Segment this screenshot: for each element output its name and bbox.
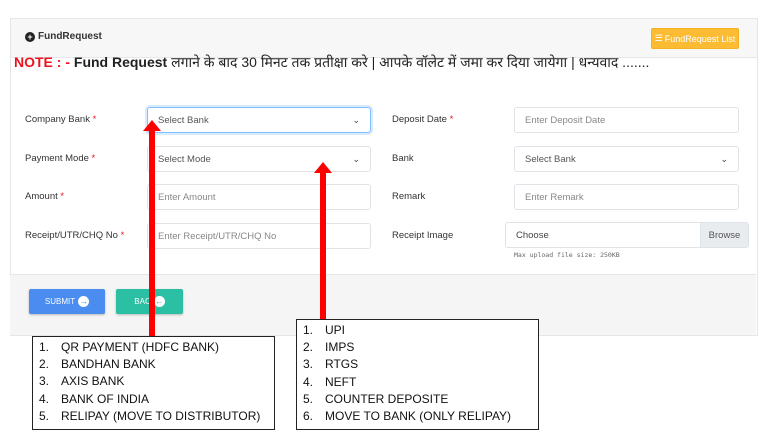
- list-item: 2. BANDHAN BANK: [39, 356, 268, 373]
- list-item-number: 4.: [303, 374, 314, 389]
- bank-value: Select Bank: [525, 153, 576, 165]
- receipt-no-input[interactable]: Enter Receipt/UTR/CHQ No: [147, 223, 371, 249]
- remark-input[interactable]: Enter Remark: [514, 184, 739, 210]
- chevron-down-icon: ⌄: [352, 114, 360, 125]
- list-item: 5. COUNTER DEPOSITE: [303, 391, 532, 408]
- fund-request-list-label: FundRequest List: [664, 33, 736, 44]
- list-item-number: 5.: [39, 408, 50, 423]
- receipt-no-placeholder: Enter Receipt/UTR/CHQ No: [158, 230, 277, 242]
- remark-label: Remark: [392, 191, 426, 202]
- list-item: 5. RELIPAY (MOVE TO DISTRIBUTOR): [39, 408, 268, 425]
- remark-placeholder: Enter Remark: [525, 191, 584, 203]
- list-item-text: BANK OF INDIA: [61, 391, 150, 406]
- page-title-text: FundRequest: [38, 31, 102, 42]
- deposit-date-input[interactable]: Enter Deposit Date: [514, 107, 739, 133]
- note-text: NOTE : - Fund Request लगाने के बाद 30 मि…: [14, 53, 649, 72]
- list-item-text: COUNTER DEPOSITE: [325, 391, 449, 406]
- amount-input[interactable]: Enter Amount: [147, 184, 371, 210]
- list-item-text: BANDHAN BANK: [61, 357, 156, 372]
- company-bank-label: Company Bank *: [25, 114, 97, 125]
- list-item: 3. RTGS: [303, 356, 532, 373]
- list-item-number: 5.: [303, 391, 314, 406]
- receipt-image-label: Receipt Image: [392, 230, 454, 241]
- payment-mode-select[interactable]: Select Mode ⌄: [147, 146, 371, 172]
- amount-label: Amount *: [25, 191, 65, 202]
- fund-request-list-button[interactable]: ☰ FundRequest List: [651, 28, 739, 49]
- list-item-text: QR PAYMENT (HDFC BANK): [61, 340, 220, 354]
- payment-mode-value: Select Mode: [158, 153, 211, 165]
- list-item: 1. UPI: [303, 322, 532, 339]
- list-item-text: IMPS: [325, 340, 355, 355]
- page-title: + FundRequest: [25, 31, 102, 42]
- list-item: 3. AXIS BANK: [39, 373, 268, 390]
- list-item-number: 4.: [39, 391, 50, 406]
- annotation-arrow-payment-mode: [314, 162, 332, 319]
- chevron-down-icon: ⌄: [720, 153, 728, 164]
- list-item-number: 2.: [303, 340, 314, 355]
- list-item: 4. NEFT: [303, 374, 532, 391]
- list-item-number: 2.: [39, 357, 50, 372]
- list-item-number: 3.: [303, 357, 314, 372]
- payment-mode-label: Payment Mode *: [25, 153, 96, 164]
- list-item: 6. MOVE TO BANK (ONLY RELIPAY): [303, 408, 532, 425]
- receipt-image-file-input[interactable]: Choose Browse: [505, 222, 749, 248]
- list-item-text: NEFT: [325, 374, 357, 389]
- list-item-text: RELIPAY (MOVE TO DISTRIBUTOR): [61, 408, 261, 423]
- company-bank-select[interactable]: Select Bank ⌄: [147, 107, 371, 133]
- list-item-number: 1.: [39, 340, 50, 354]
- list-item: 4. BANK OF INDIA: [39, 391, 268, 408]
- company-bank-value: Select Bank: [158, 114, 209, 126]
- list-item: 1. QR PAYMENT (HDFC BANK): [39, 339, 268, 356]
- chevron-down-icon: ⌄: [352, 153, 360, 164]
- list-item-number: 1.: [303, 323, 314, 337]
- plus-circle-icon: +: [25, 31, 35, 42]
- note-prefix: NOTE : -: [14, 54, 70, 70]
- bank-select[interactable]: Select Bank ⌄: [514, 146, 739, 172]
- annotation-arrow-company-bank: [143, 120, 161, 336]
- file-choose-text: Choose: [516, 229, 549, 241]
- amount-placeholder: Enter Amount: [158, 191, 216, 203]
- list-item-number: 6.: [303, 409, 314, 424]
- receipt-no-label: Receipt/UTR/CHQ No *: [25, 230, 125, 241]
- bank-label: Bank: [392, 153, 414, 164]
- note-bold: Fund Request: [73, 54, 168, 70]
- payment-mode-options-list: 1. UPI 2. IMPS 3. RTGS 4. NEFT 5. COUNTER DEPOSIT…: [296, 319, 539, 430]
- company-bank-options-list: 1. QR PAYMENT (HDFC BANK) 2. BANDHAN BANK 3.…: [32, 336, 275, 430]
- list-item-number: 3.: [39, 374, 50, 389]
- upload-hint: Max upload file size: 250KB: [514, 251, 620, 259]
- deposit-date-placeholder: Enter Deposit Date: [525, 114, 606, 126]
- list-item-text: MOVE TO BANK (ONLY RELIPAY): [325, 409, 512, 424]
- list-icon: ☰: [654, 33, 663, 43]
- note-message: लगाने के बाद 30 मिनट तक प्रतीक्षा करे | …: [167, 54, 650, 70]
- deposit-date-label: Deposit Date *: [392, 114, 454, 125]
- list-item-text: UPI: [325, 323, 346, 337]
- list-item: 2. IMPS: [303, 339, 532, 356]
- list-item-text: RTGS: [325, 357, 359, 372]
- list-item-text: AXIS BANK: [61, 374, 125, 389]
- browse-button[interactable]: Browse: [700, 223, 748, 247]
